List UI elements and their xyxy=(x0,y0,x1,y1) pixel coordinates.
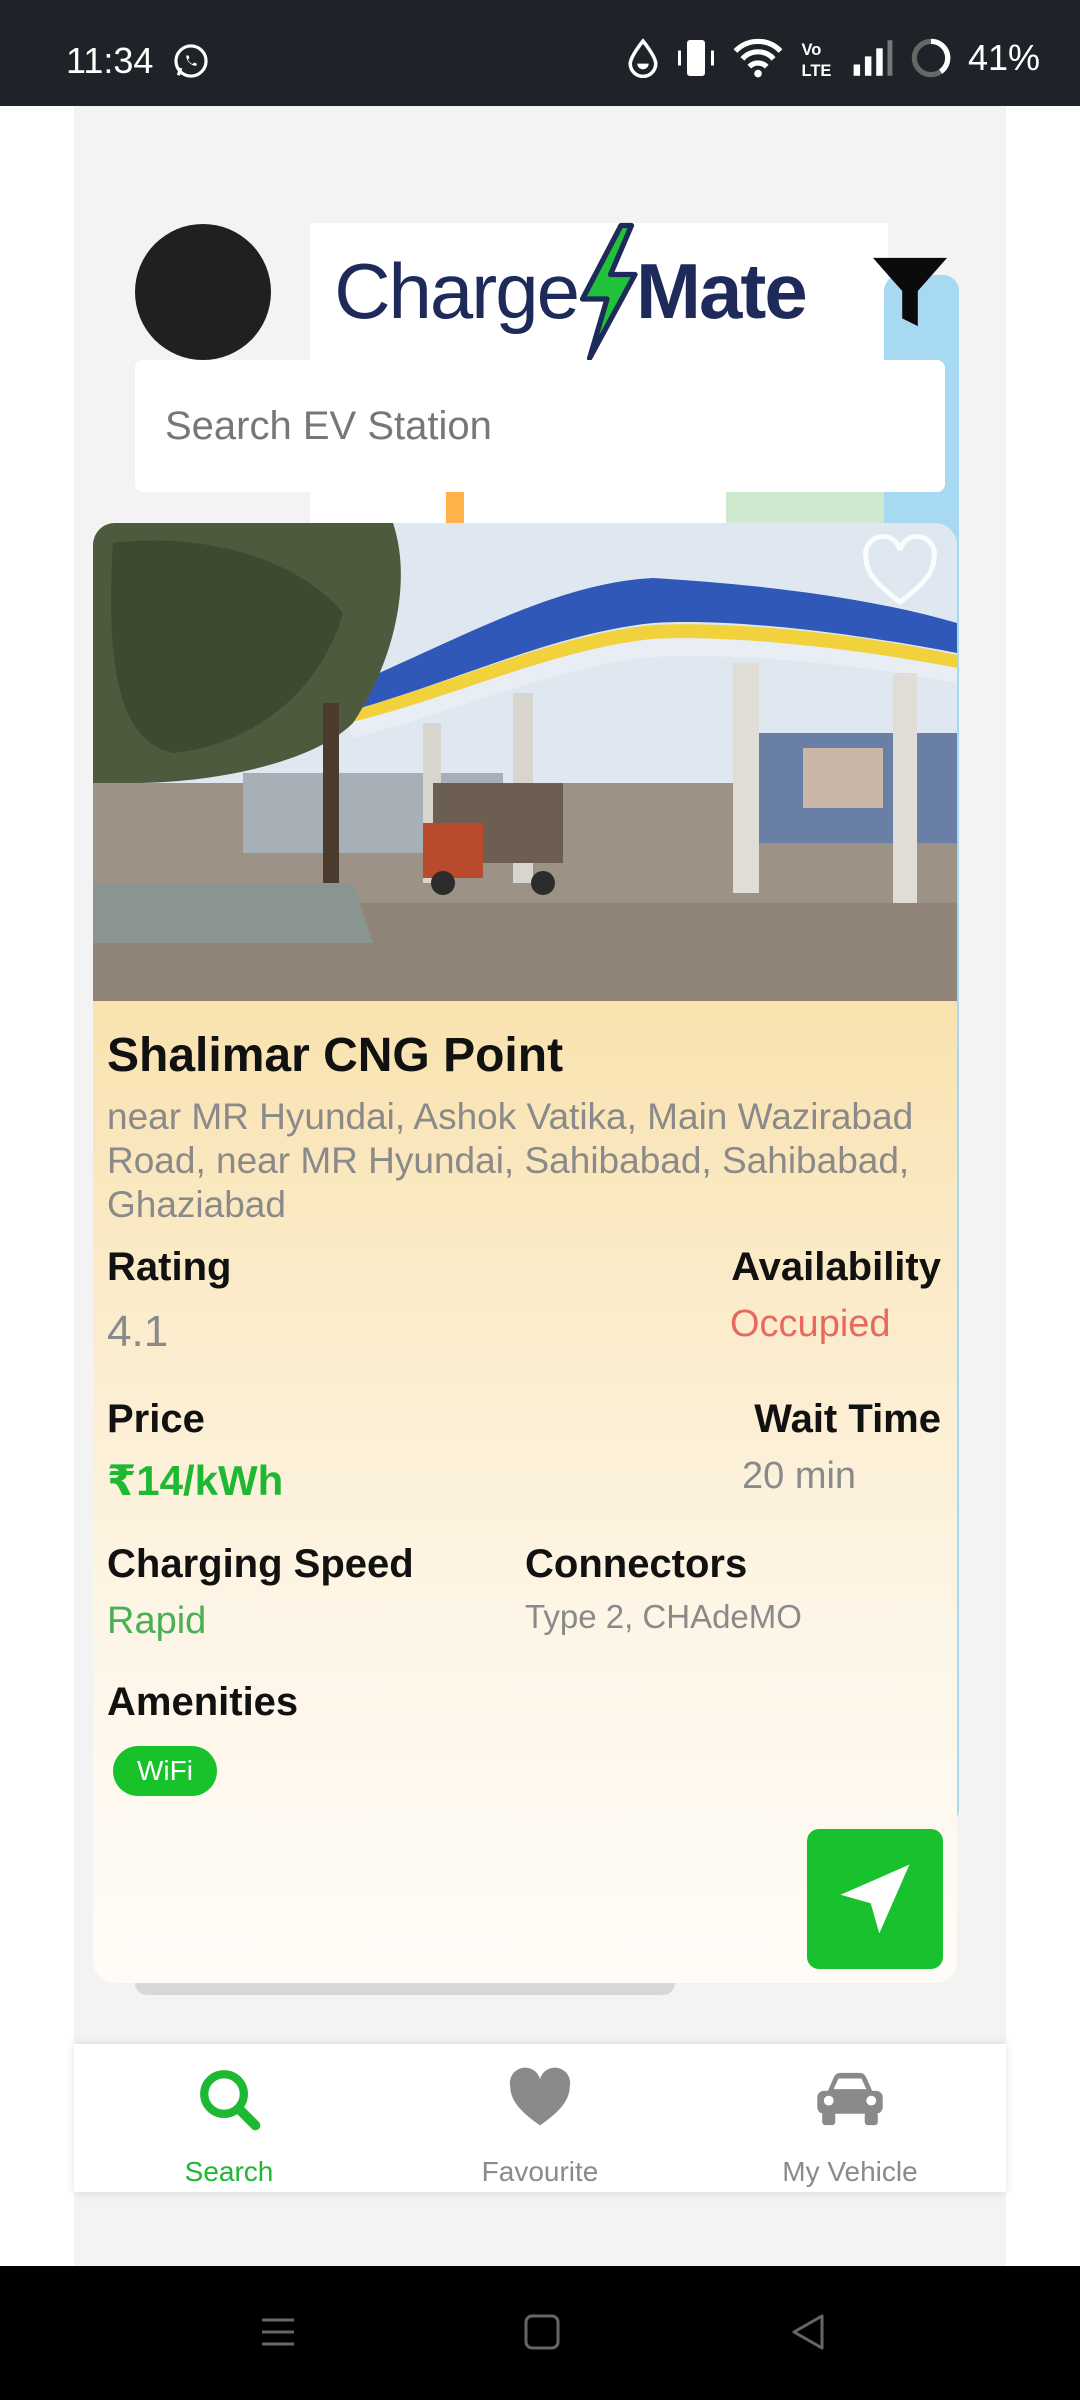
battery-ring-icon xyxy=(911,38,951,78)
search-bar[interactable]: Search EV Station xyxy=(135,360,945,492)
battery-percent: 41% xyxy=(967,37,1040,78)
menu-icon[interactable] xyxy=(258,2312,298,2352)
card-stack-shadow xyxy=(135,1983,675,1995)
price-value: ₹14/kWh xyxy=(107,1457,284,1504)
amenity-chip-wifi: WiFi xyxy=(113,1746,217,1796)
system-nav-bar xyxy=(0,2266,1080,2400)
logo-text-mate: Mate xyxy=(636,247,808,335)
status-bar: 11:34 Vo LTE 41% xyxy=(0,0,1080,106)
app-logo: Charge Mate xyxy=(313,222,827,361)
tab-favourite[interactable]: Favourite xyxy=(385,2044,695,2192)
availability-label: Availability xyxy=(731,1245,941,1289)
navigate-button[interactable] xyxy=(807,1829,943,1969)
tab-my-vehicle[interactable]: My Vehicle xyxy=(695,2044,1005,2192)
whatsapp-icon xyxy=(174,44,208,78)
svg-text:Vo: Vo xyxy=(801,41,821,59)
lightning-bolt-icon xyxy=(579,222,638,361)
rating-value: 4.1 xyxy=(107,1307,169,1356)
home-icon[interactable] xyxy=(522,2312,562,2352)
back-icon[interactable] xyxy=(788,2312,828,2352)
status-icons: Vo LTE 41% xyxy=(626,36,1040,80)
tab-search[interactable]: Search xyxy=(74,2044,384,2192)
rating-label: Rating xyxy=(107,1245,232,1289)
bottom-tab-bar: Search Favourite My Vehicle xyxy=(74,2044,1006,2192)
amenities-label: Amenities xyxy=(107,1680,299,1724)
price-label: Price xyxy=(107,1397,205,1441)
search-input[interactable]: Search EV Station xyxy=(165,404,492,449)
search-icon xyxy=(200,2070,261,2131)
station-photo xyxy=(93,523,957,1001)
station-name: Shalimar CNG Point xyxy=(107,1029,564,1082)
station-card[interactable]: Shalimar CNG Point near MR Hyundai, Asho… xyxy=(93,523,957,1983)
filter-icon[interactable] xyxy=(870,254,950,332)
availability-value: Occupied xyxy=(730,1303,891,1345)
tab-my-vehicle-label: My Vehicle xyxy=(782,2156,918,2187)
wifi-icon xyxy=(733,38,783,78)
vibrate-icon xyxy=(677,40,714,76)
wait-time-value: 20 min xyxy=(742,1455,857,1497)
volte-icon: Vo LTE xyxy=(801,41,831,79)
avatar[interactable] xyxy=(135,224,271,360)
logo-text-charge: Charge xyxy=(334,247,580,335)
favourite-toggle-icon[interactable] xyxy=(860,532,940,612)
heart-icon xyxy=(509,2067,571,2126)
water-drop-icon xyxy=(628,38,658,78)
svg-text:LTE: LTE xyxy=(801,62,831,79)
station-address: near MR Hyundai, Ashok Vatika, Main Wazi… xyxy=(107,1096,914,1225)
tab-favourite-label: Favourite xyxy=(481,2156,599,2187)
wait-time-label: Wait Time xyxy=(754,1397,941,1441)
signal-icon xyxy=(853,40,893,76)
charging-speed-value: Rapid xyxy=(107,1600,207,1642)
charging-speed-label: Charging Speed xyxy=(107,1542,414,1586)
navigation-arrow-icon xyxy=(840,1864,910,1934)
tab-search-label: Search xyxy=(184,2156,274,2187)
connectors-value: Type 2, CHAdeMO xyxy=(525,1598,802,1635)
car-icon xyxy=(817,2072,883,2126)
connectors-label: Connectors xyxy=(525,1542,748,1586)
status-time: 11:34 xyxy=(66,40,154,81)
